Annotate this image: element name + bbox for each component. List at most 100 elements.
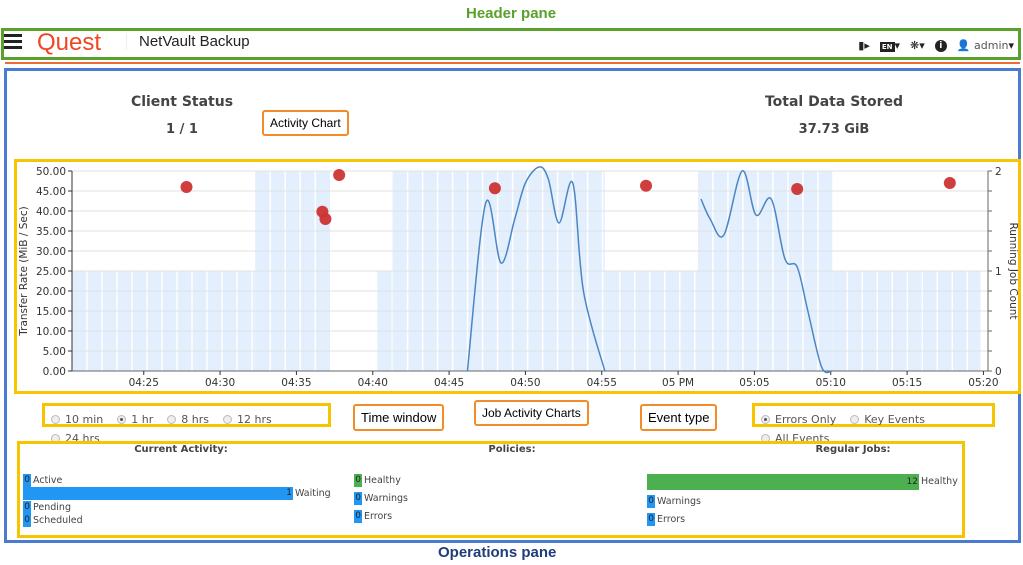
running-job-bar xyxy=(72,271,256,371)
time-window-selector: 10 min 1 hr 8 hrs 12 hrs 24 hrs xyxy=(42,403,331,445)
y-tick-label: 10.00 xyxy=(36,326,66,338)
current-row: 0 Scheduled xyxy=(23,514,83,527)
y-tick-label: 20.00 xyxy=(36,286,66,298)
header-divider xyxy=(5,62,1020,64)
radio-label: Errors Only xyxy=(775,413,837,426)
radio-icon xyxy=(850,415,860,424)
policies-row: 0 Healthy xyxy=(354,474,401,487)
x-tick-label: 04:25 xyxy=(129,377,159,389)
event-type-radio-0[interactable]: Errors Only xyxy=(761,413,836,426)
x-tick-label: 04:55 xyxy=(587,377,617,389)
event-point xyxy=(180,181,193,193)
y-tick-label: 50.00 xyxy=(36,166,66,178)
current-title: Current Activity: xyxy=(134,444,228,455)
y-tick-label: 45.00 xyxy=(36,186,66,198)
video-icon[interactable]: ▮▸ xyxy=(858,39,870,52)
policies-row: 0 Warnings xyxy=(354,492,408,505)
running-job-bar xyxy=(377,271,393,371)
menu-icon[interactable] xyxy=(4,34,22,52)
radio-icon xyxy=(222,415,232,424)
bar: 0 xyxy=(354,510,362,523)
y-tick-label: 0.00 xyxy=(43,366,66,378)
running-job-bar xyxy=(832,271,981,371)
bar: 0 xyxy=(354,474,362,487)
time-window-callout: Time window xyxy=(353,404,445,431)
y-axis-label: Transfer Rate (MiB / Sec) xyxy=(18,206,30,336)
y-tick-label: 30.00 xyxy=(36,246,66,258)
bar-label: Warnings xyxy=(657,496,702,507)
radio-label: 12 hrs xyxy=(236,413,272,426)
total-data-value: 37.73 GiB xyxy=(798,122,870,137)
y-tick-label: 35.00 xyxy=(36,226,66,238)
app-title: NetVault Backup xyxy=(126,33,250,50)
time-window-radio-0[interactable]: 10 min xyxy=(51,413,103,426)
radio-icon xyxy=(117,415,127,424)
operations-pane-label: Operations pane xyxy=(438,544,557,561)
activity-chart: 0.00 5.00 10.00 15.00 20.00 25.00 30.00 35.00 40… xyxy=(18,166,1019,389)
x-tick-label: 04:45 xyxy=(434,377,464,389)
event-point xyxy=(640,179,653,192)
header-pane-label: Header pane xyxy=(466,5,557,22)
job-activity-callout: Job Activity Charts xyxy=(474,400,589,426)
radio-label: 1 hr xyxy=(131,413,154,426)
bar-label: Active xyxy=(33,475,63,486)
client-status-label: Client Status xyxy=(130,94,234,110)
x-tick-label: 05 PM xyxy=(662,377,694,389)
bar-label: Healthy xyxy=(364,475,401,486)
bar-label: Healthy xyxy=(921,476,958,487)
event-point xyxy=(319,213,332,225)
regular-row: 0 Errors xyxy=(647,513,685,526)
bar: 0 xyxy=(647,495,655,508)
policies-row: 0 Errors xyxy=(354,510,392,523)
bar-label: Warnings xyxy=(364,493,409,504)
bar: 0 xyxy=(23,474,31,487)
info-icon[interactable]: i xyxy=(934,39,947,52)
bar: 0 xyxy=(354,492,362,505)
bar: 0 xyxy=(647,513,655,526)
bar-label: Scheduled xyxy=(33,515,83,526)
radio-icon xyxy=(761,415,770,424)
activity-chart-callout: Activity Chart xyxy=(262,110,349,136)
user-menu[interactable]: 👤 admin▾ xyxy=(957,39,1014,52)
x-tick-label: 05:20 xyxy=(968,377,998,389)
time-window-radio-3[interactable]: 12 hrs xyxy=(222,413,272,426)
event-point xyxy=(333,169,346,181)
x-tick-label: 05:05 xyxy=(739,377,769,389)
current-row: 1 Waiting xyxy=(23,487,331,500)
x-tick-label: 04:40 xyxy=(358,377,388,389)
policies-title: Policies: xyxy=(488,444,536,455)
y-tick-label: 25.00 xyxy=(36,266,66,278)
bar-label: Errors xyxy=(657,514,686,525)
x-tick-label: 05:15 xyxy=(892,377,922,389)
user-icon: 👤 xyxy=(956,39,971,52)
language-icon: EN xyxy=(879,42,895,52)
time-window-radio-1[interactable]: 1 hr xyxy=(117,413,153,426)
language-button[interactable]: EN ▾ xyxy=(879,39,900,52)
bar: 0 xyxy=(23,501,31,514)
bar: 0 xyxy=(23,514,31,527)
y2-tick-label: 2 xyxy=(995,166,1002,178)
regular-title: Regular Jobs: xyxy=(815,444,891,455)
event-type-radio-1[interactable]: Key Events xyxy=(850,413,925,426)
bar: 1 xyxy=(23,487,293,500)
event-point xyxy=(791,183,804,195)
y2-axis-label: Running Job Count xyxy=(1007,222,1019,319)
bar-label: Pending xyxy=(33,502,71,513)
event-type-selector: Errors Only Key Events All Events xyxy=(752,403,995,445)
x-tick-label: 04:30 xyxy=(205,377,235,389)
x-tick-label: 05:10 xyxy=(816,377,846,389)
y-tick-label: 5.00 xyxy=(43,346,66,358)
radio-label: 10 min xyxy=(65,413,104,426)
time-window-radio-2[interactable]: 8 hrs xyxy=(167,413,209,426)
current-row: 0 Pending xyxy=(23,501,71,514)
radio-icon xyxy=(167,415,177,424)
radio-label: 8 hrs xyxy=(181,413,209,426)
event-point xyxy=(943,177,956,189)
total-data-label: Total Data Stored xyxy=(764,94,904,110)
y-tick-label: 40.00 xyxy=(36,206,66,218)
client-status-value: 1 / 1 xyxy=(166,122,198,137)
event-point xyxy=(488,182,501,195)
regular-row: 0 Warnings xyxy=(647,495,701,508)
current-row: 0 Active xyxy=(23,474,62,487)
plugin-icon[interactable]: ❋▾ xyxy=(910,39,925,52)
